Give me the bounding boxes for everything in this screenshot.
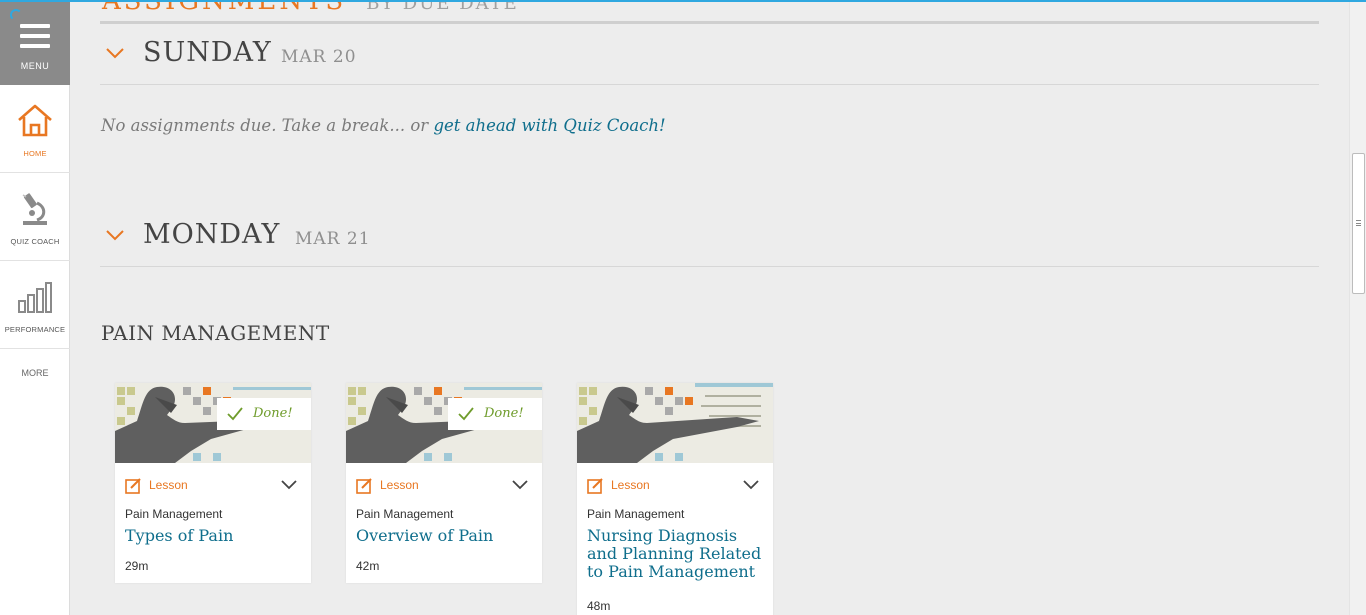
empty-message: No assignments due. Take a break... or g… <box>101 116 666 135</box>
microscope-icon <box>22 193 47 225</box>
loading-spinner-icon <box>10 9 22 21</box>
lesson-thumbnail <box>577 383 773 463</box>
day-date: MAR 20 <box>281 47 357 67</box>
sidebar: MENU HOME QUIZ COACH PERFORMANCE MORE <box>0 0 70 615</box>
hamburger-icon <box>20 24 50 48</box>
edit-pencil-icon <box>356 478 372 494</box>
sidebar-item-label: HOME <box>23 149 47 158</box>
card-type: Lesson <box>149 478 188 492</box>
sidebar-item-performance[interactable]: PERFORMANCE <box>0 261 70 349</box>
sidebar-item-label: PERFORMANCE <box>4 325 66 334</box>
day-header-monday[interactable]: MONDAY MAR 21 <box>100 205 1319 267</box>
menu-button[interactable]: MENU <box>0 0 70 85</box>
chevron-down-icon <box>106 48 124 59</box>
card-title[interactable]: Types of Pain <box>115 521 311 557</box>
card-meta: Lesson <box>577 463 773 503</box>
grip-icon <box>1356 220 1361 226</box>
vertical-scrollbar[interactable] <box>1349 0 1366 615</box>
day-header-sunday[interactable]: SUNDAY MAR 20 <box>100 23 1319 85</box>
card-title[interactable]: Overview of Pain <box>346 521 542 557</box>
done-label: Done! <box>253 406 293 421</box>
chevron-down-icon[interactable] <box>743 480 759 490</box>
home-icon <box>18 104 52 137</box>
card-duration: 48m <box>587 599 611 613</box>
card-course: Pain Management <box>356 507 454 521</box>
edit-pencil-icon <box>125 478 141 494</box>
bar-chart-icon <box>18 282 52 313</box>
day-date: MAR 21 <box>295 229 371 249</box>
more-button[interactable]: MORE <box>0 349 70 399</box>
card-meta: Lesson <box>115 463 311 503</box>
done-badge: Done! <box>448 398 542 430</box>
card-duration: 42m <box>356 559 380 573</box>
page-loading-bar <box>0 0 1366 2</box>
done-badge: Done! <box>217 398 311 430</box>
card-type: Lesson <box>380 478 419 492</box>
menu-label: MENU <box>20 61 50 71</box>
quiz-coach-link[interactable]: get ahead with Quiz Coach! <box>433 116 665 135</box>
sidebar-item-quiz-coach[interactable]: QUIZ COACH <box>0 173 70 261</box>
done-label: Done! <box>484 406 524 421</box>
page-subtitle: BY DUE DATE <box>366 0 519 14</box>
card-course: Pain Management <box>587 507 685 521</box>
page-title: ASSIGNMENTS BY DUE DATE <box>102 0 519 16</box>
lesson-thumbnail: Done! <box>346 383 542 463</box>
lesson-thumbnail: Done! <box>115 383 311 463</box>
main-content: ASSIGNMENTS BY DUE DATE SUNDAY MAR 20 No … <box>100 0 1319 615</box>
day-name: MONDAY <box>143 219 281 250</box>
sidebar-item-label: QUIZ COACH <box>10 237 60 246</box>
empty-message-text: No assignments due. Take a break... or <box>101 116 434 135</box>
assignment-card[interactable]: Done! Lesson Pain Management Types of Pa… <box>115 383 311 583</box>
card-type: Lesson <box>611 478 650 492</box>
day-name: SUNDAY <box>143 37 272 68</box>
more-label: MORE <box>21 368 49 378</box>
page-title-text: ASSIGNMENTS <box>102 0 347 16</box>
section-title: PAIN MANAGEMENT <box>101 321 330 345</box>
card-meta: Lesson <box>346 463 542 503</box>
chevron-down-icon <box>106 230 124 241</box>
assignment-card[interactable]: Lesson Pain Management Nursing Diagnosis… <box>577 383 773 615</box>
card-title[interactable]: Nursing Diagnosis and Planning Related t… <box>577 521 773 581</box>
chevron-down-icon[interactable] <box>281 480 297 490</box>
checkmark-icon <box>458 407 474 421</box>
sidebar-item-home[interactable]: HOME <box>0 85 70 173</box>
checkmark-icon <box>227 407 243 421</box>
scrollbar-thumb[interactable] <box>1352 153 1365 294</box>
card-duration: 29m <box>125 559 149 573</box>
edit-pencil-icon <box>587 478 603 494</box>
assignment-card[interactable]: Done! Lesson Pain Management Overview of… <box>346 383 542 583</box>
chevron-down-icon[interactable] <box>512 480 528 490</box>
card-course: Pain Management <box>125 507 223 521</box>
